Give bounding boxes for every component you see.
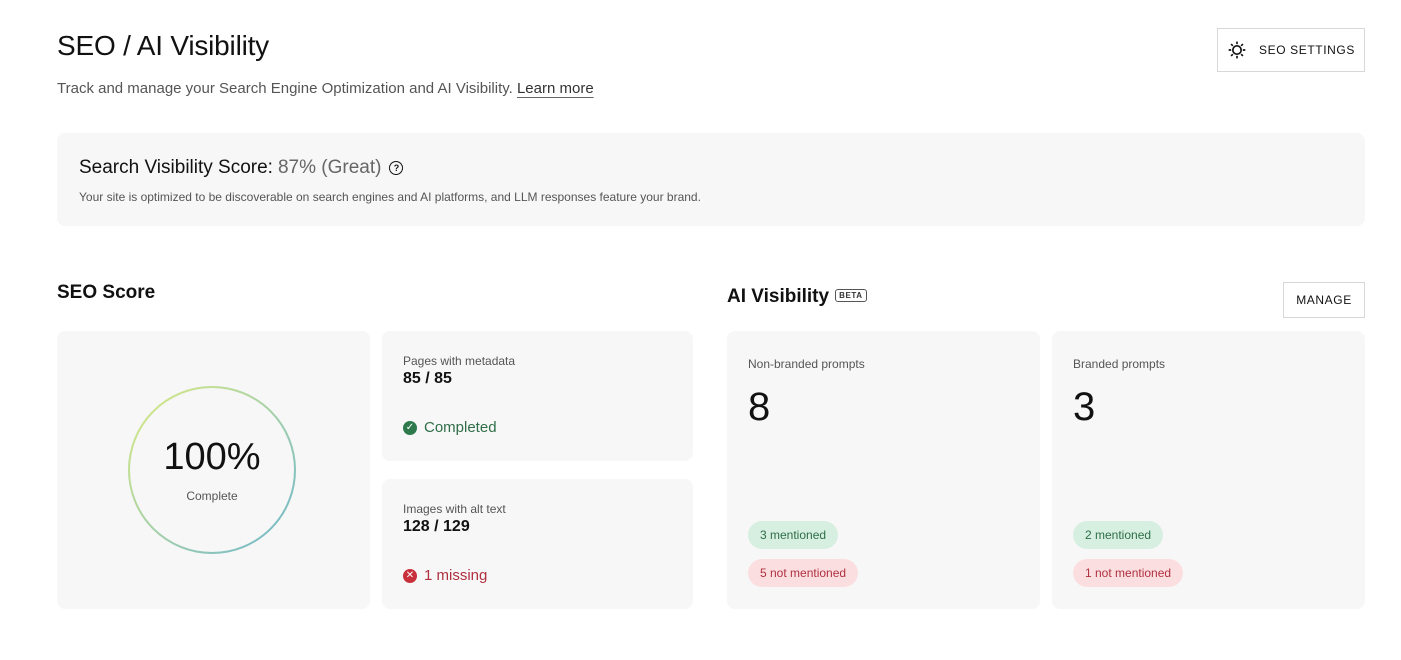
non-branded-not-mentioned-badge: 5 not mentioned [748,559,859,587]
branded-not-mentioned-badge: 1 not mentioned [1073,559,1184,587]
check-circle-icon: ✓ [403,420,417,435]
page-subtitle: Track and manage your Search Engine Opti… [57,80,594,97]
non-branded-prompts-card[interactable]: Non-branded prompts 8 3 mentioned 5 not … [727,331,1040,609]
metadata-value: 85 / 85 [403,370,452,387]
seo-score-heading: SEO Score [57,282,156,303]
search-visibility-panel: Search Visibility Score: 87% (Great) ? Y… [57,133,1365,226]
search-visibility-value: 87% (Great) [277,157,382,178]
ai-visibility-heading: AI Visibility BETA [727,286,867,308]
page-title: SEO / AI Visibility [57,30,269,61]
branded-label: Branded prompts [1073,357,1166,371]
non-branded-mentioned-badge: 3 mentioned [748,521,839,549]
learn-more-link[interactable]: Learn more [517,80,594,97]
non-branded-label: Non-branded prompts [748,357,865,371]
branded-count: 3 [1073,385,1096,429]
metadata-card[interactable]: Pages with metadata 85 / 85 ✓ Completed [382,331,693,461]
alt-text-label: Images with alt text [403,502,506,516]
non-branded-count: 8 [748,385,771,429]
alt-text-status-text: 1 missing [424,567,488,584]
search-visibility-label: Search Visibility Score: [79,157,273,178]
subtitle-text: Track and manage your Search Engine Opti… [57,80,513,97]
alt-text-status: ✕ 1 missing [403,567,487,584]
beta-badge: BETA [835,289,867,303]
metadata-status-text: Completed [424,419,497,436]
alt-text-card[interactable]: Images with alt text 128 / 129 ✕ 1 missi… [382,479,693,609]
search-visibility-description: Your site is optimized to be discoverabl… [79,190,701,204]
ai-visibility-title: AI Visibility [727,286,830,307]
metadata-status: ✓ Completed [403,419,497,436]
seo-settings-label: SEO SETTINGS [1259,43,1355,57]
branded-mentioned-badge: 2 mentioned [1073,521,1164,549]
manage-button[interactable]: MANAGE [1283,282,1365,318]
seo-score-percent: 100% [163,436,261,478]
seo-score-label: Complete [186,489,238,503]
seo-score-card: 100% Complete [57,331,370,609]
gear-icon [1228,41,1246,59]
seo-score-ring: 100% Complete [127,385,297,555]
seo-settings-button[interactable]: SEO SETTINGS [1217,28,1365,72]
x-circle-icon: ✕ [403,568,417,583]
branded-prompts-card[interactable]: Branded prompts 3 2 mentioned 1 not ment… [1052,331,1365,609]
metadata-label: Pages with metadata [403,354,516,368]
search-visibility-title: Search Visibility Score: 87% (Great) ? [79,157,404,179]
alt-text-value: 128 / 129 [403,518,470,535]
question-circle-icon[interactable]: ? [389,161,404,175]
